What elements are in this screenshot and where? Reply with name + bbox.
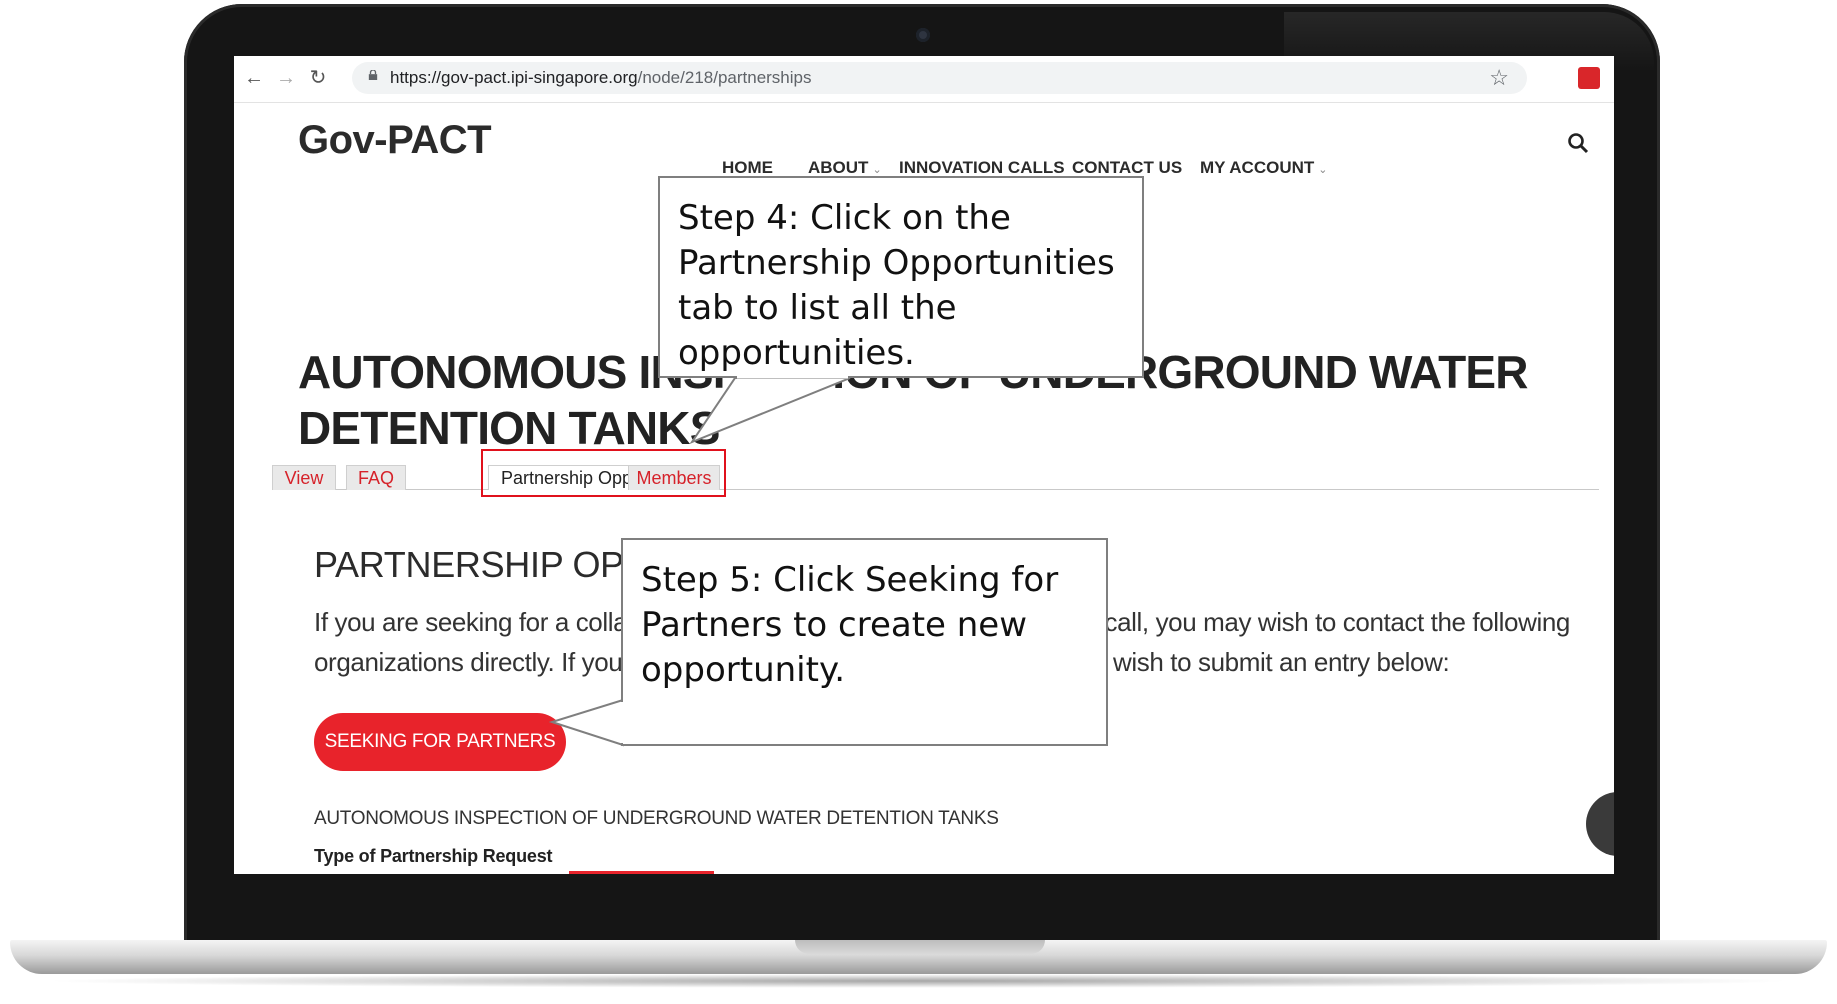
callout-pointer-joins bbox=[620, 375, 848, 743]
